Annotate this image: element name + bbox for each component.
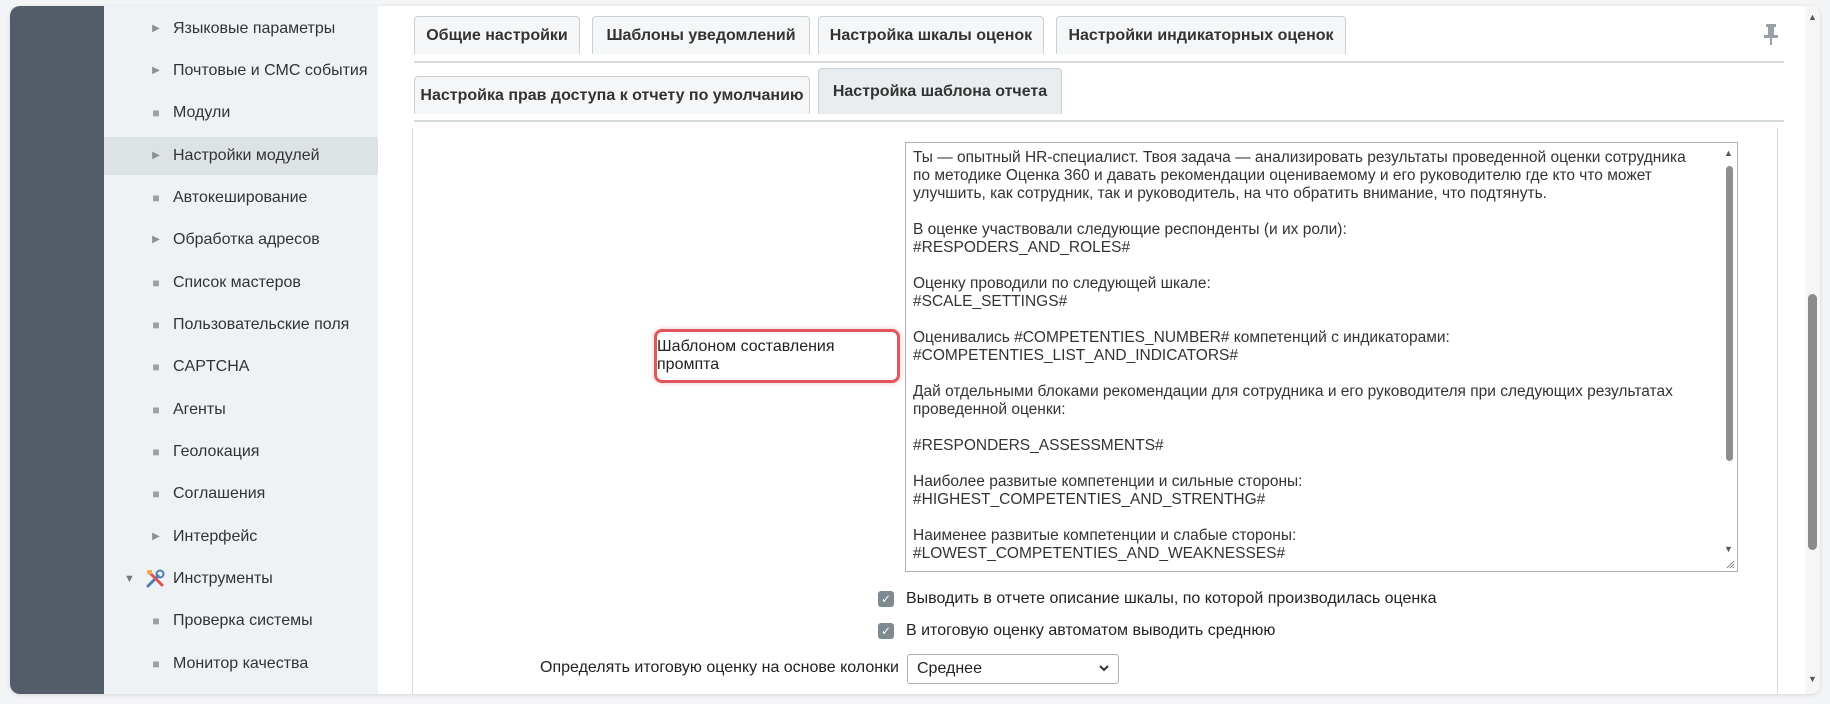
auto-average-label: В итоговую оценку автоматом выводить сре… bbox=[906, 622, 1276, 639]
textarea-scroll-thumb[interactable] bbox=[1726, 166, 1733, 461]
sidebar-item-label: Автокеширование bbox=[173, 189, 308, 206]
sidebar-item-label: Геолокация bbox=[173, 443, 260, 460]
sidebar-item-autocache[interactable]: ■ Автокеширование bbox=[104, 179, 378, 217]
sidebar-item-label: Языковые параметры bbox=[173, 20, 336, 37]
sidebar-item-interface[interactable]: ▶ Интерфейс bbox=[104, 518, 378, 556]
sidebar-item-label: Инструменты bbox=[173, 570, 273, 587]
sidebar-item-agreements[interactable]: ■ Соглашения bbox=[104, 475, 378, 513]
bullet-icon: ■ bbox=[152, 403, 160, 417]
tab-general-settings[interactable]: Общие настройки bbox=[414, 16, 580, 54]
chevron-down-icon bbox=[1099, 665, 1109, 672]
auto-average-row[interactable]: ✓ В итоговую оценку автоматом выводить с… bbox=[878, 618, 1275, 644]
bullet-icon: ■ bbox=[152, 445, 160, 459]
expand-arrow-icon: ▶ bbox=[152, 150, 160, 161]
tab-rating-scale[interactable]: Настройка шкалы оценок bbox=[818, 16, 1044, 54]
final-score-column-select[interactable]: Среднее bbox=[907, 654, 1119, 684]
tab-divider bbox=[414, 61, 1784, 63]
sidebar-item-geolocation[interactable]: ■ Геолокация bbox=[104, 433, 378, 471]
bullet-icon: ■ bbox=[152, 360, 160, 374]
sidebar-item-language[interactable]: ▶ Языковые параметры bbox=[104, 10, 378, 48]
tab-divider bbox=[414, 120, 1784, 122]
bullet-icon: ■ bbox=[152, 614, 160, 628]
sidebar-item-tools[interactable]: ▼ Инструменты bbox=[104, 560, 378, 598]
sidebar-item-label: Интерфейс bbox=[173, 528, 258, 545]
sidebar-item-label: Почтовые и СМС события bbox=[173, 62, 368, 79]
sidebar-item-wizards[interactable]: ■ Список мастеров bbox=[104, 264, 378, 302]
show-scale-description-label: Выводить в отчете описание шкалы, по кот… bbox=[906, 590, 1437, 607]
sidebar-item-label: Монитор качества bbox=[173, 655, 309, 672]
textarea-scrollbar[interactable]: ▲ ▼ bbox=[1722, 144, 1736, 570]
tab-label: Настройка шкалы оценок bbox=[829, 26, 1033, 44]
pin-icon[interactable] bbox=[1761, 22, 1781, 46]
scroll-up-icon[interactable]: ▲ bbox=[1808, 12, 1817, 22]
tab-report-template[interactable]: Настройка шаблона отчета bbox=[818, 68, 1062, 114]
tab-label: Настройка прав доступа к отчету по умолч… bbox=[420, 86, 804, 104]
sidebar: ▶ Языковые параметры ▶ Почтовые и СМС со… bbox=[104, 6, 379, 694]
expand-arrow-icon: ▶ bbox=[152, 234, 160, 245]
sidebar-item-agents[interactable]: ■ Агенты bbox=[104, 391, 378, 429]
tab-default-report-access[interactable]: Настройка прав доступа к отчету по умолч… bbox=[414, 76, 810, 114]
final-score-column-label: Определять итоговую оценку на основе кол… bbox=[540, 659, 899, 676]
left-rail bbox=[10, 6, 104, 694]
bullet-icon: ■ bbox=[152, 487, 160, 501]
page-scroll-thumb[interactable] bbox=[1808, 294, 1817, 550]
sidebar-item-modules[interactable]: ■ Модули bbox=[104, 94, 378, 132]
app-window: ▶ Языковые параметры ▶ Почтовые и СМС со… bbox=[10, 6, 1820, 694]
expand-arrow-icon: ▶ bbox=[152, 65, 160, 76]
sidebar-item-user-fields[interactable]: ■ Пользовательские поля bbox=[104, 306, 378, 344]
scroll-up-icon[interactable]: ▲ bbox=[1724, 148, 1733, 158]
auto-average-checkbox[interactable]: ✓ bbox=[878, 623, 894, 639]
tab-label: Настройки индикаторных оценок bbox=[1068, 26, 1334, 44]
sidebar-item-mail-sms[interactable]: ▶ Почтовые и СМС события bbox=[104, 52, 378, 90]
prompt-template-label: Шаблоном составления промпта bbox=[654, 329, 900, 383]
bullet-icon: ■ bbox=[152, 191, 160, 205]
select-value: Среднее bbox=[917, 660, 982, 677]
tools-icon bbox=[146, 569, 165, 588]
expand-arrow-icon: ▶ bbox=[152, 531, 160, 542]
sidebar-item-label: Модули bbox=[173, 104, 231, 121]
sidebar-item-address-processing[interactable]: ▶ Обработка адресов bbox=[104, 221, 378, 259]
bullet-icon: ■ bbox=[152, 318, 160, 332]
sidebar-item-label: Список мастеров bbox=[173, 274, 301, 291]
sidebar-item-label: CAPTCHA bbox=[173, 358, 250, 375]
sidebar-item-label: Обработка адресов bbox=[173, 231, 320, 248]
sidebar-item-label: Пользовательские поля bbox=[173, 316, 350, 333]
tab-label: Шаблоны уведомлений bbox=[606, 26, 796, 44]
sidebar-item-captcha[interactable]: ■ CAPTCHA bbox=[104, 348, 378, 386]
show-scale-description-checkbox[interactable]: ✓ bbox=[878, 591, 894, 607]
sidebar-item-quality-monitor[interactable]: ■ Монитор качества bbox=[104, 645, 378, 683]
tab-label: Общие настройки bbox=[426, 26, 568, 44]
tab-label: Настройка шаблона отчета bbox=[832, 82, 1048, 100]
prompt-template-textarea[interactable]: Ты — опытный HR-специалист. Твоя задача … bbox=[905, 142, 1738, 572]
collapse-arrow-icon[interactable]: ▼ bbox=[124, 573, 135, 585]
tab-indicator-ratings[interactable]: Настройки индикаторных оценок bbox=[1056, 16, 1346, 54]
bullet-icon: ■ bbox=[152, 657, 160, 671]
scroll-down-icon[interactable]: ▼ bbox=[1808, 674, 1817, 684]
sidebar-item-label: Настройки модулей bbox=[173, 147, 320, 164]
sidebar-item-module-settings[interactable]: ▶ Настройки модулей bbox=[104, 137, 378, 175]
main-content: Общие настройки Шаблоны уведомлений Наст… bbox=[378, 6, 1820, 694]
sidebar-item-label: Агенты bbox=[173, 401, 226, 418]
prompt-template-label-text: Шаблоном составления промпта bbox=[657, 338, 835, 373]
sidebar-item-label: Проверка системы bbox=[173, 612, 313, 629]
bullet-icon: ■ bbox=[152, 276, 160, 290]
tab-notification-templates[interactable]: Шаблоны уведомлений bbox=[592, 16, 810, 54]
expand-arrow-icon: ▶ bbox=[152, 23, 160, 34]
sidebar-item-label: Соглашения bbox=[173, 485, 266, 502]
resize-grip-icon[interactable] bbox=[1725, 559, 1735, 569]
prompt-template-text[interactable]: Ты — опытный HR-специалист. Твоя задача … bbox=[913, 149, 1703, 563]
scroll-down-icon[interactable]: ▼ bbox=[1724, 544, 1733, 554]
bullet-icon: ■ bbox=[152, 106, 160, 120]
show-scale-description-row[interactable]: ✓ Выводить в отчете описание шкалы, по к… bbox=[878, 586, 1436, 612]
page-scrollbar[interactable]: ▲ ▼ bbox=[1805, 6, 1820, 694]
sidebar-item-system-check[interactable]: ■ Проверка системы bbox=[104, 602, 378, 640]
